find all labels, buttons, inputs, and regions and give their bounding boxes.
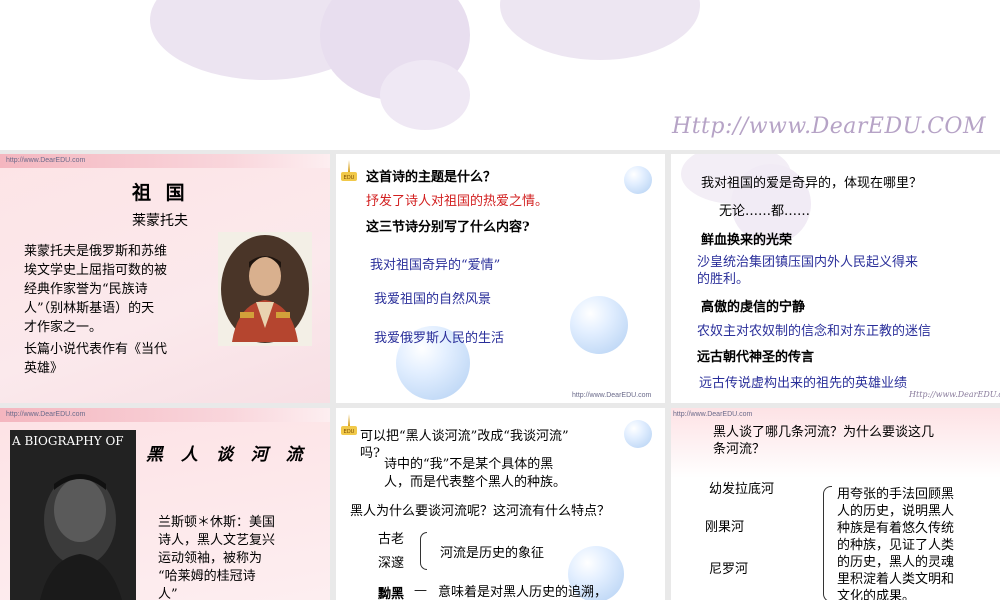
slide-negro-rivers[interactable]: http://www.DearEDU.com A BIOGRAPHY OF 黑 … (0, 408, 330, 600)
question-strange-love: 我对祖国的爱是奇异的，体现在哪里？ (701, 176, 923, 191)
svg-text:EDU: EDU (344, 429, 355, 435)
slide-motherland[interactable]: http://www.DearEDU.com 祖 国 莱蒙托夫 莱蒙托夫是俄罗斯… (0, 154, 330, 403)
decorative-bubble (624, 420, 652, 448)
question-which-rivers: 黑人谈了哪几条河流？为什么要谈这几 条河流？ (713, 425, 935, 457)
river-trait: 黝黑 (378, 587, 405, 600)
slide-why-rivers[interactable]: EDU 可以把“黑人谈河流”改成“我谈河流” 吗? 诗中的“我”不是某个具体的黑… (336, 408, 665, 600)
river-name: 尼罗河 (709, 562, 749, 577)
decorative-blob (380, 60, 470, 130)
decorative-blob (500, 0, 700, 60)
novel-note: 长篇小说代表作有《当代 英雄》 (24, 342, 168, 376)
river-name: 刚果河 (705, 520, 745, 535)
slide-title: 黑 人 谈 河 流 (146, 445, 309, 465)
point-explanation: 远古传说虚构出来的祖先的英雄业绩 (699, 376, 908, 391)
question-sections: 这三节诗分别写了什么内容? (366, 220, 530, 235)
answer-theme: 抒发了诗人对祖国的热爱之情。 (366, 194, 549, 209)
pattern-phrase: 无论……都…… (719, 204, 811, 219)
bracket (420, 532, 427, 570)
author-name: 莱蒙托夫 (132, 213, 188, 229)
section-item: 我爱祖国的自然风景 (374, 292, 492, 307)
river-name: 幼发拉底河 (709, 482, 775, 497)
decorative-bubble (570, 296, 628, 354)
river-explanation: 用夸张的手法回顾黑 人的历史，说明黑人 种族是有着悠久传统 的种族，见证了人类 … (837, 487, 955, 600)
site-url: http://www.DearEDU.com (673, 411, 753, 418)
river-trait: 古老 (378, 532, 405, 547)
decorative-bubble (624, 166, 652, 194)
bracket (823, 486, 832, 600)
edu-logo-icon: EDU (341, 160, 357, 181)
section-item: 我对祖国奇异的“爱情” (370, 258, 501, 273)
point-heading: 鲜血换来的光荣 (701, 233, 793, 248)
site-url: Http://www.DearEDU.com (909, 390, 1000, 399)
edu-logo-icon: EDU (341, 414, 357, 435)
top-slide-banner: Http://www.DearEDU.COM (0, 0, 1000, 150)
point-heading: 高傲的虔信的宁静 (701, 300, 806, 315)
section-item: 我爱俄罗斯人民的生活 (374, 331, 505, 346)
site-url: Http://www.DearEDU.COM (672, 114, 986, 139)
site-url: http://www.DearEDU.com (572, 392, 652, 399)
slide-theme[interactable]: EDU 这首诗的主题是什么？ 抒发了诗人对祖国的热爱之情。 这三节诗分别写了什么… (336, 154, 665, 403)
slide-title: 祖 国 (132, 182, 189, 204)
site-url: http://www.DearEDU.com (6, 411, 86, 418)
author-portrait (218, 232, 312, 346)
slide-strange-love[interactable]: 我对祖国的爱是奇异的，体现在哪里？ 无论……都…… 鲜血换来的光荣 沙皇统治集团… (671, 154, 1000, 403)
point-explanation: 农奴主对农奴制的信念和对东正教的迷信 (697, 324, 932, 339)
question-theme: 这首诗的主题是什么？ (366, 170, 497, 185)
slide-which-rivers[interactable]: http://www.DearEDU.com 黑人谈了哪几条河流？为什么要谈这几… (671, 408, 1000, 600)
river-meaning: 河流是历史的象征 (440, 546, 545, 561)
river-trait: 深邃 (378, 556, 405, 571)
river-meaning: 意味着是对黑人历史的追溯， (438, 585, 608, 600)
site-url: http://www.DearEDU.com (6, 157, 86, 164)
point-explanation: 沙皇统治集团镇压国内外人民起义得来 的胜利。 (697, 255, 919, 287)
answer-rename: 诗中的“我”不是某个具体的黑 人，而是代表整个黑人的种族。 (384, 457, 567, 490)
book-cover: A BIOGRAPHY OF (10, 430, 136, 600)
point-heading: 远古朝代神圣的传言 (697, 350, 815, 365)
author-intro: 莱蒙托夫是俄罗斯和苏维 埃文学史上屈指可数的被 经典作家誉为“民族诗 人”（别林… (24, 244, 168, 335)
author-intro: 兰斯顿＊休斯：美国 诗人，黑人文艺复兴 运动领袖，被称为 “哈莱姆的桂冠诗 人” (158, 515, 276, 600)
dash-icon: — (414, 583, 427, 598)
svg-text:EDU: EDU (344, 175, 355, 181)
question-why: 黑人为什么要谈河流呢？这河流有什么特点？ (350, 504, 611, 519)
